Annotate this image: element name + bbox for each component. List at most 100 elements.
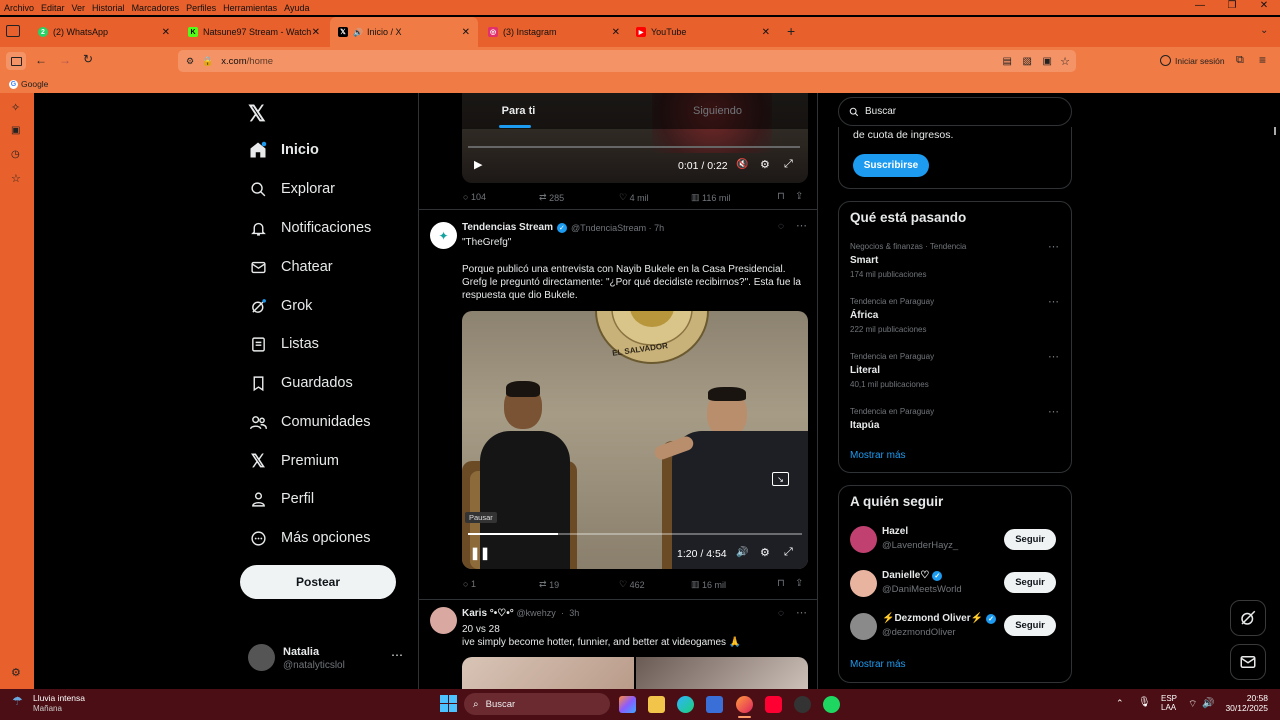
more-dots-icon[interactable]: ⋯ xyxy=(1048,240,1059,253)
repost-button[interactable]: ⇄ 19 xyxy=(539,579,559,590)
fullscreen-icon[interactable]: ⤢ xyxy=(784,158,793,171)
tweet3-image-left[interactable] xyxy=(462,657,634,689)
show-more-link[interactable]: Mostrar más xyxy=(850,450,906,461)
volume-icon[interactable]: 🔊 xyxy=(1202,698,1214,709)
steam-icon[interactable] xyxy=(794,696,811,713)
follow-name-row[interactable]: Danielle♡ ✓ xyxy=(882,570,943,581)
settings-gear-icon[interactable]: ⚙ xyxy=(11,666,21,679)
close-tab-icon[interactable]: ✕ xyxy=(762,27,770,38)
tweet-time[interactable]: 7h xyxy=(654,223,664,233)
avatar[interactable] xyxy=(850,613,877,640)
more-dots-icon[interactable]: ⋯ xyxy=(1048,295,1059,308)
spotify-icon[interactable] xyxy=(823,696,840,713)
reply-button[interactable]: ○ 1 xyxy=(463,579,476,589)
volume-icon[interactable]: 🔊 xyxy=(736,547,748,558)
nav-lists[interactable]: Listas xyxy=(248,334,319,354)
subscribe-button[interactable]: Suscribirse xyxy=(853,154,929,177)
reload-button[interactable]: ↻ xyxy=(83,52,93,66)
avatar[interactable] xyxy=(850,570,877,597)
grok-floating-button[interactable] xyxy=(1230,600,1266,636)
firefox-icon[interactable] xyxy=(736,696,753,713)
follow-name-row[interactable]: ⚡Dezmond Oliver⚡ ✓ xyxy=(882,613,997,624)
nav-premium[interactable]: 𝕏 Premium xyxy=(248,451,339,471)
close-tab-icon[interactable]: ✕ xyxy=(462,27,470,38)
sidebar-tabs-icon[interactable]: ▣ xyxy=(11,125,20,136)
tweet3-image-right[interactable] xyxy=(636,657,808,689)
hamburger-menu-icon[interactable]: ≡ xyxy=(1259,53,1266,67)
author-name[interactable]: Tendencias Stream xyxy=(462,222,553,233)
extensions-icon[interactable]: ⧉ xyxy=(1236,54,1244,67)
share-icon[interactable]: ⇪ xyxy=(795,578,803,589)
more-dots-icon[interactable]: ⋯ xyxy=(1048,405,1059,418)
play-icon[interactable]: ▶ xyxy=(474,158,482,171)
account-button[interactable]: Iniciar sesión xyxy=(1160,55,1225,66)
bookmark-icon[interactable]: ⊓ xyxy=(777,578,785,589)
close-window-button[interactable]: ✕ xyxy=(1248,0,1280,15)
nav-bookmarks[interactable]: Guardados xyxy=(248,373,353,393)
more-dots-icon[interactable]: ⋯ xyxy=(796,606,807,619)
more-dots-icon[interactable]: ⋯ xyxy=(796,219,807,232)
sidebar-toggle-icon[interactable] xyxy=(6,52,26,70)
account-switcher[interactable]: Natalia @natalyticslol ⋯ xyxy=(248,644,408,674)
picture-icon[interactable]: ▧ xyxy=(1023,56,1032,67)
avatar[interactable] xyxy=(850,526,877,553)
nav-notifications[interactable]: Notificaciones xyxy=(248,218,371,238)
edge-icon[interactable] xyxy=(677,696,694,713)
chevron-up-icon[interactable]: ⌃ xyxy=(1116,698,1124,709)
picture-in-picture-icon[interactable]: ↘ xyxy=(772,472,789,486)
youtube-icon[interactable] xyxy=(765,696,782,713)
tab-for-you[interactable]: Para ti xyxy=(419,93,618,129)
taskbar-search[interactable]: ⌕ Buscar xyxy=(464,693,610,715)
close-tab-icon[interactable]: ✕ xyxy=(312,27,320,38)
post-button[interactable]: Postear xyxy=(240,565,396,599)
language-indicator[interactable]: ESP LAA xyxy=(1161,694,1177,712)
mute-icon[interactable]: 🔇 xyxy=(736,159,748,170)
store-icon[interactable] xyxy=(706,696,723,713)
like-button[interactable]: ♡ 462 xyxy=(619,579,645,590)
tab-x-home[interactable]: 𝕏 🔊 Inicio / X ✕ xyxy=(330,17,478,47)
minimize-button[interactable]: — xyxy=(1184,0,1216,15)
follow-button[interactable]: Seguir xyxy=(1004,615,1056,636)
menu-perfiles[interactable]: Perfiles xyxy=(186,3,216,13)
menu-historial[interactable]: Historial xyxy=(92,3,125,13)
file-explorer-icon[interactable] xyxy=(648,696,665,713)
more-dots-icon[interactable]: ⋯ xyxy=(391,648,403,662)
copilot-icon[interactable] xyxy=(619,696,636,713)
x-logo-icon[interactable]: 𝕏 xyxy=(248,101,266,127)
site-info-icon[interactable]: ⚙ xyxy=(186,56,194,67)
avatar[interactable]: ✦ xyxy=(430,222,457,249)
tab-kick[interactable]: K Natsune97 Stream - Watch Live ✕ xyxy=(180,17,328,47)
windows-start-icon[interactable] xyxy=(440,695,457,712)
trend-item[interactable]: Tendencia en Paraguay África 222 mil pub… xyxy=(839,293,1071,343)
save-icon[interactable]: ▣ xyxy=(1043,56,1052,67)
tab-instagram[interactable]: ◎ (3) Instagram ✕ xyxy=(480,17,628,47)
star-bookmark-icon[interactable]: ☆ xyxy=(1060,55,1070,68)
author-name[interactable]: Karis °•♡•° xyxy=(462,608,514,619)
reply-button[interactable]: ○ 104 xyxy=(463,192,486,202)
ai-sparkle-icon[interactable]: ✧ xyxy=(11,101,20,114)
bookmark-google[interactable]: Google xyxy=(21,79,48,89)
microphone-icon[interactable]: 🎙 xyxy=(1138,697,1151,708)
nav-explore[interactable]: Explorar xyxy=(248,179,335,199)
menu-editar[interactable]: Editar xyxy=(41,3,65,13)
nav-chat[interactable]: Chatear xyxy=(248,257,333,277)
share-icon[interactable]: ⇪ xyxy=(795,191,803,202)
tab-list-chevron-icon[interactable]: ⌄ xyxy=(1260,25,1268,36)
address-bar[interactable]: ⚙ 🔒 x.com/home ▤ ▧ ▣ ☆ xyxy=(178,50,1076,72)
new-tab-button[interactable]: + xyxy=(787,23,795,39)
settings-gear-icon[interactable]: ⚙ xyxy=(760,546,770,559)
menu-marcadores[interactable]: Marcadores xyxy=(132,3,180,13)
settings-gear-icon[interactable]: ⚙ xyxy=(760,158,770,171)
views-button[interactable]: ▥ 116 mil xyxy=(691,192,730,203)
menu-ver[interactable]: Ver xyxy=(72,3,86,13)
nav-profile[interactable]: Perfil xyxy=(248,489,314,509)
tweet-time[interactable]: 3h xyxy=(569,608,579,618)
views-button[interactable]: ▥ 16 mil xyxy=(691,579,726,590)
nav-communities[interactable]: Comunidades xyxy=(248,412,370,432)
forward-button[interactable]: → xyxy=(59,53,71,67)
bookmarks-star-icon[interactable]: ☆ xyxy=(11,172,21,185)
trend-item[interactable]: Tendencia en Paraguay Itapúa ⋯ xyxy=(839,403,1071,439)
tweet2-video[interactable]: EL SALVADOR ↘ Pausar ❚❚ 1:20 / 4:54 🔊 ⚙ … xyxy=(462,311,808,569)
tab-youtube[interactable]: ▶ YouTube ✕ xyxy=(628,17,778,47)
reader-view-icon[interactable]: ▤ xyxy=(1003,56,1012,67)
